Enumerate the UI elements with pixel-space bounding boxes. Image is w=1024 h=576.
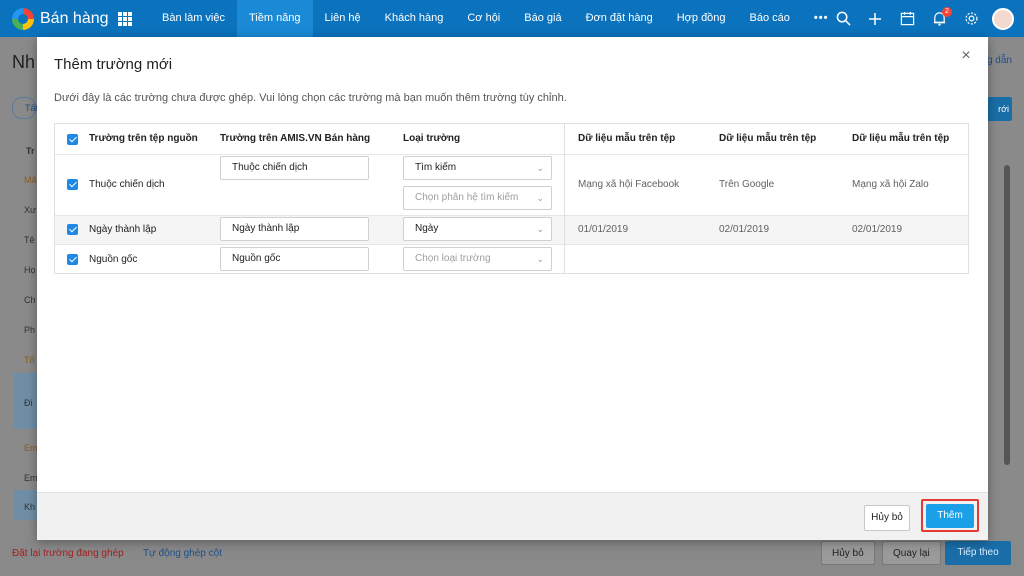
list-item: Em [24, 443, 38, 453]
nav-item-orders[interactable]: Đơn đặt hàng [574, 0, 665, 37]
lookup-module-select[interactable]: Chọn phân hệ tìm kiếm ⌄ [403, 186, 552, 210]
plus-icon[interactable] [864, 8, 886, 30]
field-type-value: Tìm kiếm [415, 162, 457, 173]
sample-value: 01/01/2019 [578, 224, 629, 235]
nav-item-leads[interactable]: Tiềm năng [236, 0, 313, 37]
nav-item-desk[interactable]: Bàn làm việc [150, 0, 237, 37]
field-type-placeholder: Chọn loại trường [415, 253, 491, 264]
source-field-name: Thuộc chiến dịch [89, 179, 165, 190]
filter-chip[interactable]: Tất [12, 97, 38, 119]
nav-item-quotes[interactable]: Báo giá [512, 0, 573, 37]
list-item: Xư [24, 205, 37, 215]
list-item: Đi [24, 398, 33, 408]
row-checkbox[interactable] [67, 179, 78, 190]
background-scrollbar[interactable] [1004, 165, 1010, 465]
lookup-module-placeholder: Chọn phân hệ tìm kiếm [415, 192, 519, 203]
sample-value: 02/01/2019 [852, 224, 903, 235]
amis-field-input[interactable]: Ngày thành lập [220, 217, 369, 241]
list-item: Họ [24, 265, 36, 275]
amis-field-input[interactable]: Nguồn gốc [220, 247, 369, 271]
list-item: Tổ [24, 355, 35, 365]
help-link[interactable]: g dẫn [987, 55, 1012, 66]
field-type-select[interactable]: Ngày ⌄ [403, 217, 552, 241]
modal-footer: Hủy bỏ Thêm [37, 492, 988, 540]
background-cancel-button[interactable]: Hủy bỏ [821, 541, 875, 565]
list-item: Em [24, 473, 38, 483]
add-field-modal: Thêm trường mới × Dưới đây là các trường… [37, 37, 988, 540]
list-item: Tê [24, 235, 35, 245]
bell-icon[interactable]: 2 [928, 6, 952, 30]
list-item: Tr [26, 146, 35, 156]
list-item: Kh [24, 502, 36, 512]
list-item: Ch [24, 295, 36, 305]
modal-description: Dưới đây là các trường chưa được ghép. V… [54, 92, 567, 104]
col-header-source: Trường trên tệp nguồn [89, 133, 198, 144]
notification-badge: 2 [942, 6, 952, 17]
col-header-type: Loại trường [403, 133, 461, 144]
chevron-down-icon: ⌄ [536, 254, 544, 264]
divider [55, 244, 968, 245]
add-button[interactable]: Thêm [926, 504, 974, 528]
app-title[interactable]: Bán hàng [40, 10, 112, 28]
source-field-name: Nguồn gốc [89, 254, 138, 265]
field-type-value: Ngày [415, 223, 439, 234]
gear-icon[interactable] [960, 8, 982, 30]
col-header-sample-3: Dữ liệu mẫu trên tệp [852, 133, 950, 144]
calendar-icon[interactable] [896, 8, 918, 30]
top-icons: 2 [832, 0, 1014, 37]
col-header-sample-1: Dữ liệu mẫu trên tệp [578, 133, 676, 144]
field-type-select[interactable]: Chọn loại trường ⌄ [403, 247, 552, 271]
sample-value: Trên Google [719, 179, 775, 190]
cancel-button[interactable]: Hủy bỏ [864, 505, 910, 531]
avatar[interactable] [992, 7, 1014, 30]
nav-item-opportunities[interactable]: Cơ hội [455, 0, 512, 37]
main-nav: Bàn làm việc Tiềm năng Liên hệ Khách hàn… [150, 0, 840, 37]
divider [55, 154, 968, 155]
auto-map-link[interactable]: Tự động ghép cột [143, 548, 222, 559]
sample-value: 02/01/2019 [719, 224, 770, 235]
page-title: Nh [12, 52, 36, 72]
col-header-amis: Trường trên AMIS.VN Bán hàng [220, 133, 371, 144]
app-grid-icon[interactable] [118, 11, 132, 26]
amis-field-input[interactable]: Thuộc chiến dịch [220, 156, 369, 180]
top-navbar: Bán hàng Bàn làm việc Tiềm năng Liên hệ … [0, 0, 1024, 37]
back-button[interactable]: Quay lại [882, 541, 941, 565]
chevron-down-icon: ⌄ [536, 224, 544, 234]
fields-table: Trường trên tệp nguồn Trường trên AMIS.V… [54, 123, 969, 274]
col-header-sample-2: Dữ liệu mẫu trên tệp [719, 133, 817, 144]
row-checkbox[interactable] [67, 254, 78, 265]
search-icon[interactable] [832, 8, 854, 30]
list-item: Mã [24, 175, 37, 185]
next-button[interactable]: Tiếp theo [945, 541, 1011, 565]
source-field-name: Ngày thành lập [89, 224, 157, 235]
chevron-down-icon: ⌄ [536, 193, 544, 203]
nav-item-customers[interactable]: Khách hàng [373, 0, 456, 37]
nav-item-contacts[interactable]: Liên hệ [313, 0, 373, 37]
nav-item-reports[interactable]: Báo cáo [738, 0, 802, 37]
app-logo-icon[interactable] [12, 7, 34, 30]
select-all-checkbox[interactable] [67, 134, 78, 145]
close-icon[interactable]: × [958, 48, 974, 64]
row-checkbox[interactable] [67, 224, 78, 235]
field-type-select[interactable]: Tìm kiếm ⌄ [403, 156, 552, 180]
sample-value: Mạng xã hội Zalo [852, 179, 929, 190]
divider [55, 215, 968, 216]
modal-title: Thêm trường mới [54, 56, 173, 73]
column-divider [564, 124, 565, 273]
nav-item-contracts[interactable]: Hợp đồng [665, 0, 738, 37]
sample-value: Mạng xã hội Facebook [578, 179, 680, 190]
list-item: Ph [24, 325, 36, 335]
chevron-down-icon: ⌄ [536, 163, 544, 173]
reset-mapping-link[interactable]: Đặt lại trường đang ghép [12, 548, 124, 559]
